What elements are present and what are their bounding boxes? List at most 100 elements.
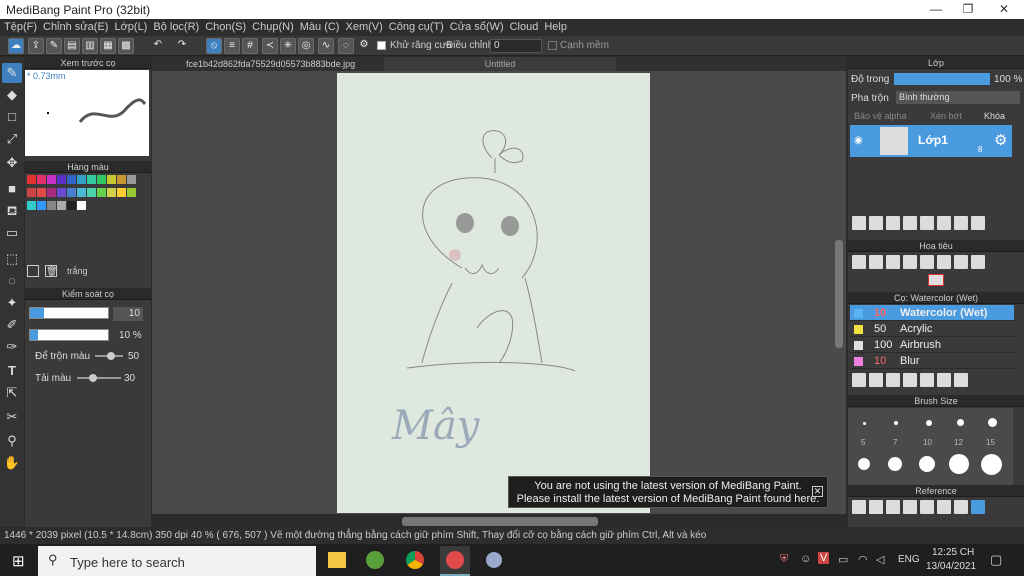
adjust-input[interactable]: 0 — [490, 39, 542, 53]
export-icon[interactable]: ⇪ — [28, 38, 44, 54]
fill-rect-tool-icon[interactable]: ■ — [2, 179, 22, 199]
vivaldi-icon[interactable]: V — [818, 552, 830, 564]
grid-snap-icon[interactable]: # — [242, 38, 258, 54]
new-palette-icon[interactable] — [27, 265, 39, 277]
shield-icon[interactable]: ⛨ — [780, 553, 788, 566]
note-icon[interactable]: ▤ — [64, 38, 80, 54]
gradient-tool-icon[interactable]: ▭ — [2, 223, 22, 243]
zoom-out-icon[interactable] — [903, 255, 917, 269]
menu-view[interactable]: Xem(V) — [345, 19, 388, 36]
palette-swatch[interactable] — [127, 188, 136, 197]
battery-icon[interactable]: ▭ — [838, 553, 848, 566]
undo-icon[interactable]: ↶ — [150, 38, 166, 54]
lasso-tool-icon[interactable]: ◌ — [2, 271, 22, 291]
palette-swatch[interactable] — [107, 175, 116, 184]
maximize-button[interactable]: ❐ — [950, 0, 986, 19]
brush-item[interactable]: 10 Watercolor (Wet) — [850, 305, 1014, 321]
fullscreen-icon[interactable] — [937, 255, 951, 269]
ref-close-icon[interactable] — [886, 500, 900, 514]
lock-checkbox[interactable]: Khóa — [984, 111, 1005, 121]
folder-icon[interactable] — [920, 216, 934, 230]
palette-swatch[interactable] — [27, 188, 36, 197]
rect-tool-icon[interactable]: □ — [2, 107, 22, 127]
new-1bit-icon[interactable] — [903, 216, 917, 230]
layer-opacity-slider[interactable] — [894, 73, 990, 85]
notification-icon[interactable]: ▢ — [990, 552, 1002, 568]
new-brush-icon[interactable] — [869, 373, 883, 387]
palette-swatch[interactable] — [87, 175, 96, 184]
opacity-slider[interactable] — [29, 329, 109, 341]
navigator-preview[interactable] — [928, 274, 944, 286]
clock-date[interactable]: 13/04/2021 — [926, 561, 976, 572]
brush-folder-icon[interactable] — [920, 373, 934, 387]
menu-layer[interactable]: Lớp(L) — [114, 19, 153, 36]
edge-checkbox[interactable] — [548, 41, 557, 50]
menu-tools[interactable]: Công cụ(T) — [389, 19, 450, 36]
zoom-in-icon[interactable] — [852, 255, 866, 269]
ellipse-snap-icon[interactable]: ◌ — [338, 38, 354, 54]
visibility-icon[interactable]: ◉ — [854, 135, 863, 146]
menu-edit[interactable]: Chỉnh sửa(E) — [43, 19, 114, 36]
grid-page-icon[interactable]: ▦ — [100, 38, 116, 54]
menu-select[interactable]: Chọn(S) — [205, 19, 252, 36]
tab-untitled[interactable]: Untitled — [384, 57, 616, 71]
brush-delete-icon[interactable] — [954, 373, 968, 387]
vanish-snap-icon[interactable]: ≺ — [262, 38, 278, 54]
chrome-icon[interactable] — [406, 551, 424, 569]
brush-size-grid[interactable]: 5 7 10 12 15 — [848, 408, 1013, 488]
palette-swatch[interactable] — [37, 188, 46, 197]
redo-icon[interactable]: ↷ — [174, 38, 190, 54]
ref-zoom-out-icon[interactable] — [937, 500, 951, 514]
layout-icon[interactable]: ▩ — [118, 38, 134, 54]
eyedropper-tool-icon[interactable]: ⚲ — [2, 431, 22, 451]
settings-icon[interactable]: ⚙ — [356, 38, 372, 54]
medibang-task-icon[interactable] — [440, 546, 470, 576]
merge-layer-icon[interactable] — [954, 216, 968, 230]
radial-snap-icon[interactable]: ✳ — [280, 38, 296, 54]
curve-snap-icon[interactable]: ∿ — [318, 38, 334, 54]
windows-start-icon[interactable]: ⊞ — [12, 552, 25, 570]
reload-slider[interactable] — [77, 374, 121, 382]
brush-item[interactable]: 10 Blur — [850, 353, 1014, 369]
new-8bit-icon[interactable] — [886, 216, 900, 230]
delete-palette-icon[interactable]: 🗑 — [45, 265, 57, 277]
ref-open-icon[interactable] — [869, 500, 883, 514]
blend-mode-select[interactable]: Bình thường — [896, 91, 1020, 104]
menu-help[interactable]: Help — [544, 19, 573, 36]
menu-filter[interactable]: Bộ lọc(R) — [153, 19, 205, 36]
text-tool-icon[interactable]: T — [2, 361, 22, 381]
brush-item[interactable]: 100 Airbrush — [850, 337, 1014, 353]
clipping-checkbox[interactable]: Xén bớt — [930, 111, 962, 121]
palette-swatch[interactable] — [77, 201, 86, 210]
palette-swatch[interactable] — [57, 201, 66, 210]
horizontal-scrollbar[interactable] — [402, 517, 598, 526]
menu-file[interactable]: Tệp(F) — [4, 19, 43, 36]
palette-swatch[interactable] — [27, 175, 36, 184]
palette-swatch[interactable] — [77, 175, 86, 184]
magic-wand-icon[interactable]: ✦ — [2, 293, 22, 313]
brush-edit-icon[interactable] — [903, 373, 917, 387]
palette-swatch[interactable] — [67, 201, 76, 210]
layer-settings-icon[interactable]: ⚙ — [994, 131, 1007, 149]
palette-swatch[interactable] — [47, 201, 56, 210]
circle-snap-icon[interactable]: ◎ — [298, 38, 314, 54]
palette-swatch[interactable] — [77, 188, 86, 197]
menu-cloud[interactable]: Cloud — [510, 19, 545, 36]
palette-swatch[interactable] — [27, 201, 36, 210]
protect-alpha-checkbox[interactable]: Bảo vệ alpha — [854, 111, 907, 121]
vertical-scrollbar[interactable] — [835, 240, 843, 348]
select-eraser-icon[interactable]: ✑ — [2, 337, 22, 357]
ref-eyedropper-icon[interactable] — [954, 500, 968, 514]
ref-hand-icon[interactable] — [971, 500, 985, 514]
size-value[interactable]: 10 — [113, 307, 143, 321]
new-layer-icon[interactable] — [852, 216, 866, 230]
rotate-left-icon[interactable] — [920, 255, 934, 269]
palette-swatch[interactable] — [67, 188, 76, 197]
palette-swatch[interactable] — [97, 188, 106, 197]
delete-layer-icon[interactable] — [971, 216, 985, 230]
duplicate-layer-icon[interactable] — [937, 216, 951, 230]
fit-icon[interactable] — [886, 255, 900, 269]
bucket-tool-icon[interactable]: ⛾ — [2, 201, 22, 221]
snap-off-icon[interactable]: ⦸ — [206, 38, 222, 54]
comment-icon[interactable]: ✎ — [46, 38, 62, 54]
